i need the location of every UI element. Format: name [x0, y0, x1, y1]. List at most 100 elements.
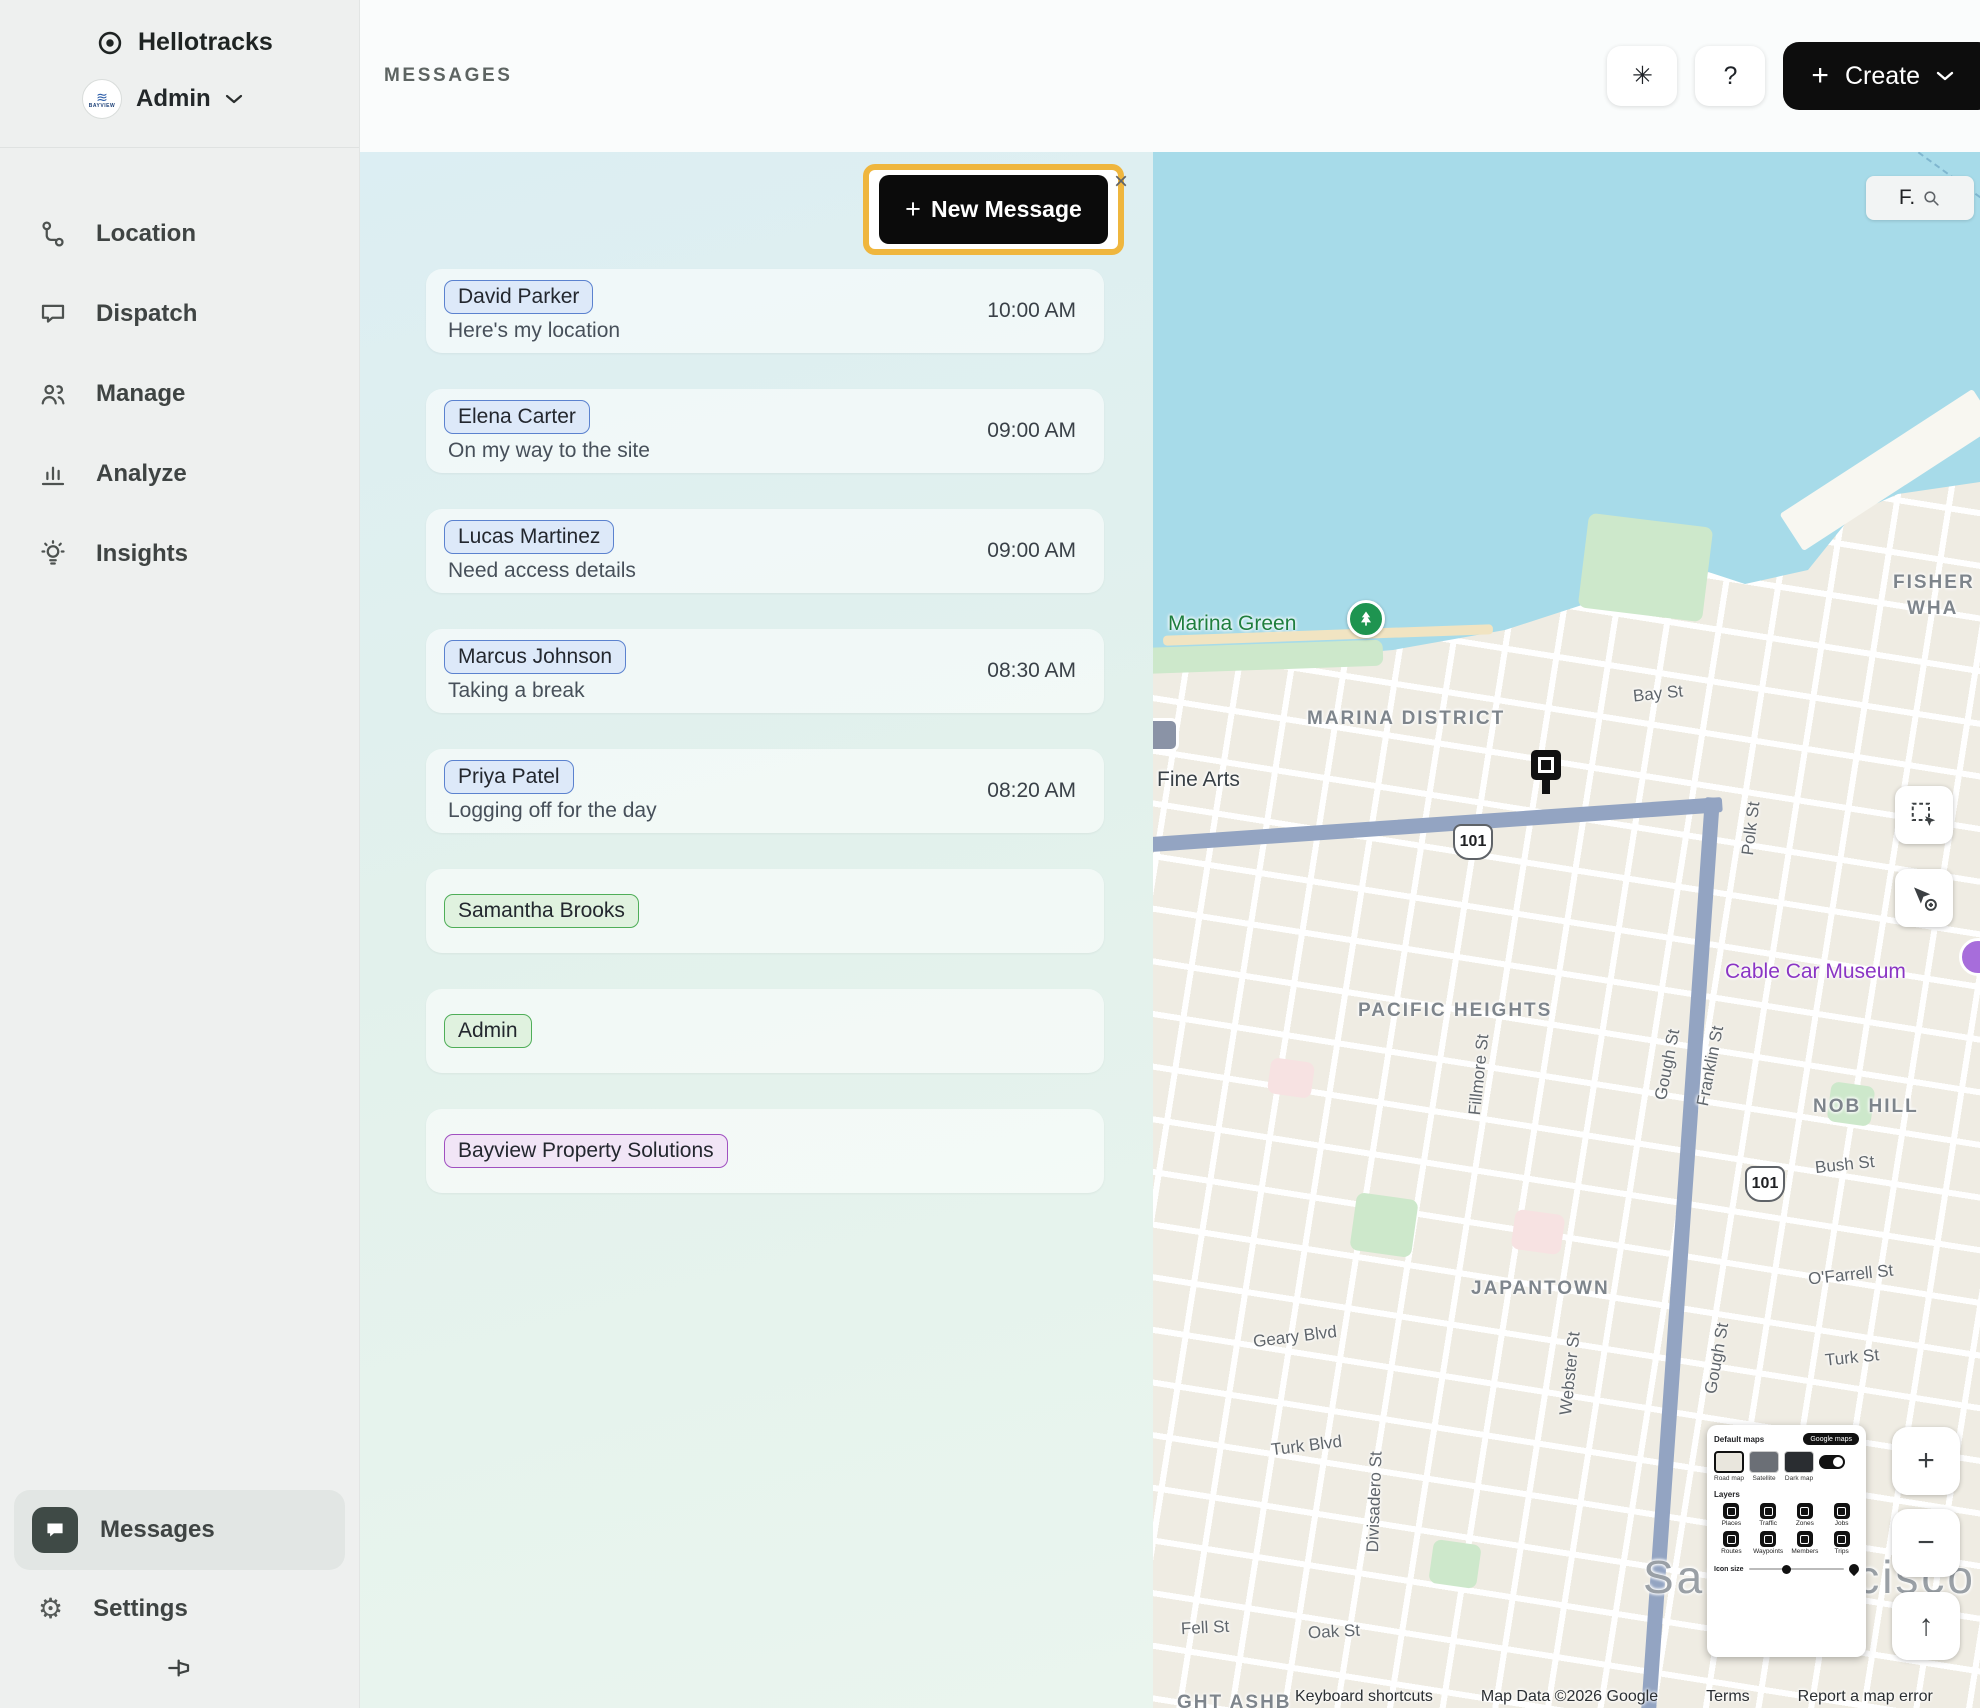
layer-members[interactable]: Members	[1788, 1531, 1823, 1555]
contact-chip: Priya Patel	[444, 759, 574, 794]
sidebar-bottom: Messages ⚙ Settings	[0, 1490, 359, 1708]
cursor-add-icon	[1914, 887, 1937, 911]
contact-chip: Samantha Brooks	[444, 894, 639, 928]
new-message-label: New Message	[930, 196, 1082, 222]
layers-toggle[interactable]	[1819, 1455, 1845, 1469]
assistant-icon: ✳	[1631, 62, 1653, 90]
contact-chip: Marcus Johnson	[444, 639, 627, 674]
brand-row: Hellotracks	[0, 0, 359, 57]
park-tree-icon	[1347, 600, 1385, 638]
message-preview: Logging off for the day	[448, 798, 657, 822]
area-label-marina-district: MARINA DISTRICT	[1307, 708, 1506, 729]
conversation-item[interactable]: Lucas Martinez Need access details 09:00…	[426, 509, 1104, 593]
street-label-divisadero-st: Divisadero St	[1363, 1450, 1386, 1553]
icon-size-slider[interactable]	[1748, 1565, 1844, 1574]
zoom-out-button[interactable]: −	[1892, 1509, 1960, 1577]
sidebar-item-analyze[interactable]: Analyze	[0, 434, 359, 514]
header-actions: ✳ ? + Create	[1607, 42, 1980, 110]
plus-icon: +	[1811, 59, 1829, 92]
add-location-tool-button[interactable]	[1895, 869, 1953, 927]
conversation-item[interactable]: Priya Patel Logging off for the day 08:2…	[426, 749, 1104, 833]
zoom-in-button[interactable]: +	[1892, 1427, 1960, 1495]
street-label-fell-st: Fell St	[1180, 1616, 1230, 1639]
map-search-box[interactable]: F.	[1866, 176, 1974, 220]
sidebar-item-manage[interactable]: Manage	[0, 354, 359, 434]
layer-places[interactable]: Places	[1714, 1503, 1749, 1527]
dismiss-highlight-button[interactable]: ×	[1114, 168, 1128, 196]
google-maps-pill[interactable]: Google maps	[1803, 1433, 1859, 1445]
create-button-label: Create	[1844, 61, 1920, 90]
lightbulb-icon	[41, 540, 65, 565]
new-message-button[interactable]: + New Message	[879, 175, 1108, 244]
gear-icon: ⚙	[38, 1593, 64, 1624]
conversation-item[interactable]: David Parker Here's my location 10:00 AM	[426, 269, 1104, 353]
museum-icon	[1153, 718, 1179, 752]
campus-patch	[1510, 1208, 1566, 1256]
recenter-button[interactable]: ↑	[1892, 1592, 1960, 1660]
map-canvas[interactable]: 101 101 Marina Green MARINA DISTRICT FIS…	[1153, 152, 1980, 1708]
marquee-select-tool-button[interactable]	[1895, 786, 1953, 844]
sidebar-item-label: Analyze	[96, 460, 187, 487]
location-marker-pin[interactable]	[1531, 750, 1561, 794]
message-time: 08:20 AM	[987, 779, 1076, 802]
poi-label-marina-green: Marina Green	[1168, 612, 1297, 635]
user-name: Admin	[136, 85, 211, 112]
members-icon	[1796, 1531, 1813, 1547]
create-button[interactable]: + Create	[1783, 42, 1980, 110]
area-label-fishermans-wharf-2: WHA	[1907, 598, 1959, 619]
sidebar-item-location[interactable]: Location	[0, 194, 359, 274]
new-message-highlight: + New Message	[863, 164, 1124, 255]
app-root: Hellotracks ≋ BAYVIEW Admin Location Dis…	[0, 0, 1980, 1708]
conversation-main: David Parker Here's my location	[444, 279, 987, 343]
layer-trips[interactable]: Trips	[1824, 1531, 1859, 1555]
area-label-fishermans-wharf-1: FISHER	[1893, 572, 1975, 593]
sidebar: Hellotracks ≋ BAYVIEW Admin Location Dis…	[0, 0, 360, 1708]
conversation-main: Priya Patel Logging off for the day	[444, 759, 987, 823]
layer-traffic[interactable]: Traffic	[1751, 1503, 1786, 1527]
basemap-road[interactable]: Road map	[1714, 1451, 1744, 1482]
layer-waypoints[interactable]: Waypoints	[1751, 1531, 1786, 1555]
conversation-item[interactable]: Admin	[426, 989, 1104, 1073]
map-data-text: Map Data ©2026 Google	[1480, 1688, 1659, 1705]
map-layers-panel: Default maps Google maps Road map Satell…	[1707, 1425, 1866, 1657]
sidebar-item-insights[interactable]: Insights	[0, 514, 359, 594]
park-patch	[1428, 1538, 1482, 1590]
conversation-item[interactable]: Elena Carter On my way to the site 09:00…	[426, 389, 1104, 473]
conversation-item[interactable]: Samantha Brooks	[426, 869, 1104, 953]
layer-jobs[interactable]: Jobs	[1824, 1503, 1859, 1527]
message-preview: Taking a break	[448, 678, 585, 702]
layer-routes[interactable]: Routes	[1714, 1531, 1749, 1555]
waypoints-icon	[1760, 1531, 1777, 1547]
sidebar-item-settings[interactable]: ⚙ Settings	[14, 1570, 345, 1648]
collapse-pin-icon[interactable]	[164, 1652, 196, 1684]
dispatch-bubble-icon	[41, 304, 65, 323]
message-time: 08:30 AM	[987, 659, 1076, 682]
keyboard-shortcuts-link[interactable]: Keyboard shortcuts	[1295, 1688, 1433, 1706]
terms-link[interactable]: Terms	[1706, 1688, 1750, 1706]
street-label-oak-st: Oak St	[1307, 1620, 1361, 1643]
layer-zones[interactable]: Zones	[1788, 1503, 1823, 1527]
jobs-icon	[1833, 1503, 1850, 1519]
conversation-main: Lucas Martinez Need access details	[444, 519, 987, 583]
sidebar-item-dispatch[interactable]: Dispatch	[0, 274, 359, 354]
conversation-main: Samantha Brooks	[444, 894, 1076, 928]
help-button[interactable]: ?	[1695, 46, 1766, 106]
routes-icon	[1723, 1531, 1740, 1547]
conversation-item[interactable]: Bayview Property Solutions	[426, 1109, 1104, 1193]
search-icon	[1924, 190, 1939, 206]
poi-label-fine-arts: Fine Arts	[1157, 768, 1240, 791]
contact-chip: Elena Carter	[444, 399, 590, 434]
conversation-item[interactable]: Marcus Johnson Taking a break 08:30 AM	[426, 629, 1104, 713]
sidebar-item-messages[interactable]: Messages	[14, 1490, 345, 1570]
traffic-icon	[1760, 1503, 1777, 1519]
basemap-dark[interactable]: Dark map	[1784, 1451, 1814, 1482]
report-error-link[interactable]: Report a map error	[1798, 1688, 1933, 1706]
sidebar-item-label: Dispatch	[96, 300, 198, 327]
sidebar-item-label: Manage	[96, 380, 186, 407]
account-menu[interactable]: ≋ BAYVIEW Admin	[0, 57, 359, 119]
top-bar: MESSAGES ✳ ? + Create	[360, 0, 1980, 152]
basemap-satellite[interactable]: Satellite	[1749, 1451, 1779, 1482]
assistant-button[interactable]: ✳	[1607, 46, 1678, 106]
layers-section-label: Layers	[1714, 1490, 1740, 1499]
sidebar-item-label: Settings	[93, 1595, 188, 1622]
